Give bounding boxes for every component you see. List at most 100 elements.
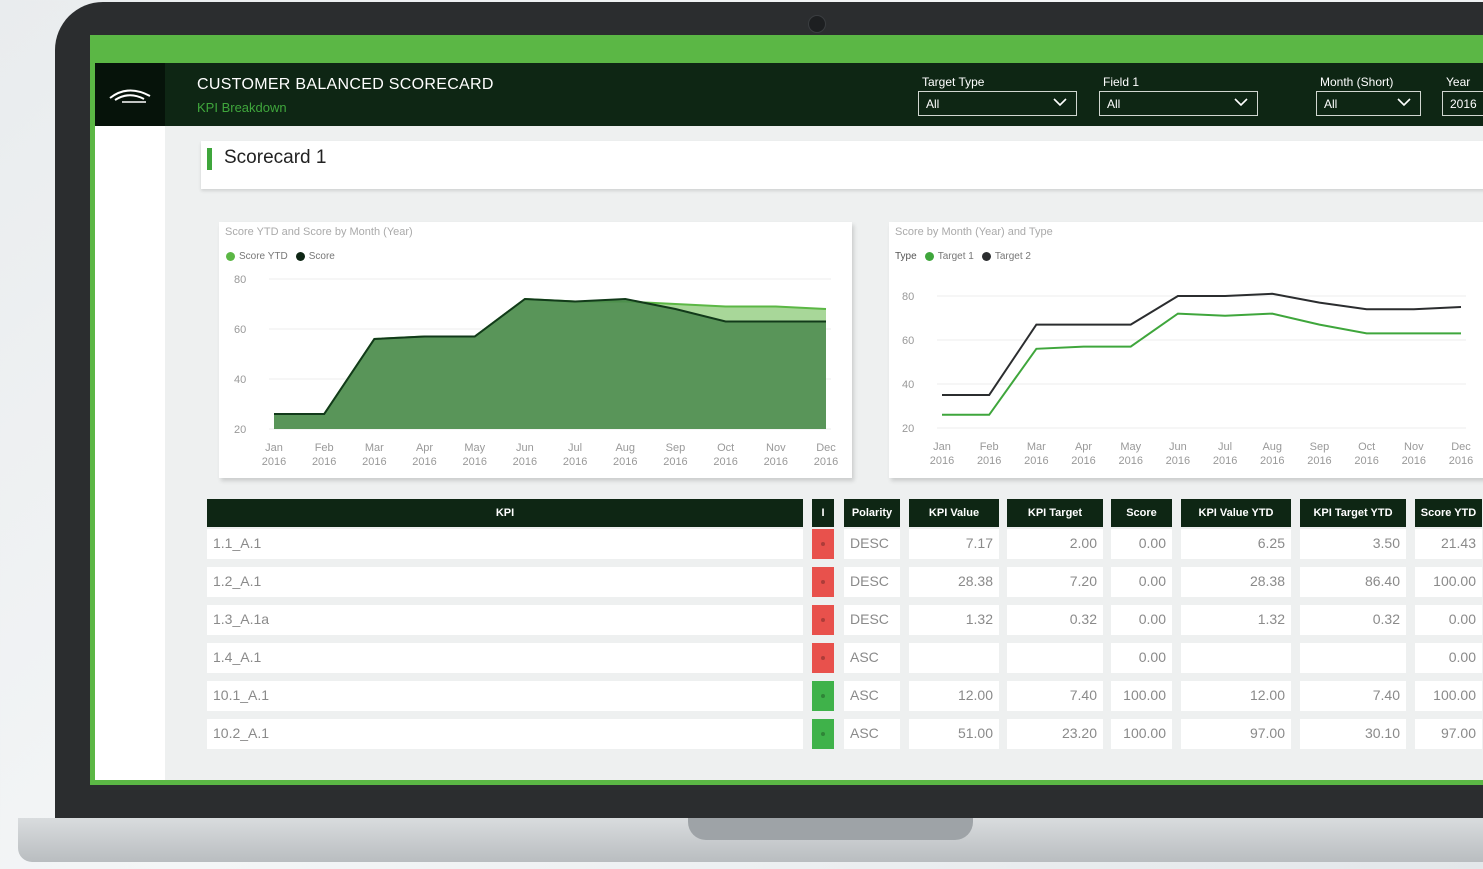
x-tick-label: Dec [816, 442, 836, 454]
column-header-kpi-value-ytd[interactable]: KPI Value YTD [1181, 499, 1291, 527]
status-indicator [812, 529, 834, 559]
x-tick-label: 2016 [1166, 455, 1190, 467]
x-tick-label: Jul [1218, 441, 1232, 453]
table-cell-target: 7.20 [1007, 567, 1103, 597]
x-tick-label: Apr [1075, 441, 1092, 453]
table-cell-target: 0.32 [1007, 605, 1103, 635]
x-tick-label: Apr [416, 442, 433, 454]
x-tick-label: Aug [615, 442, 635, 454]
table-cell-value-ytd [1181, 643, 1291, 673]
table-cell-target: 2.00 [1007, 529, 1103, 559]
table-cell-value-ytd: 6.25 [1181, 529, 1291, 559]
column-header-score-ytd[interactable]: Score YTD [1415, 499, 1482, 527]
x-tick-label: Sep [666, 442, 686, 454]
legend-swatch-score [295, 252, 305, 261]
filter-month-dropdown[interactable]: All [1316, 91, 1421, 116]
y-tick-label: 20 [902, 423, 914, 435]
column-header-kpi[interactable]: KPI [207, 499, 803, 527]
x-tick-label: 2016 [1213, 455, 1237, 467]
table-cell-target-ytd: 7.40 [1300, 681, 1406, 711]
table-cell-kpi: 1.4_A.1 [207, 643, 803, 673]
x-tick-label: 2016 [930, 455, 954, 467]
table-cell-score: 0.00 [1111, 567, 1172, 597]
table-cell-target-ytd: 0.32 [1300, 605, 1406, 635]
status-dot [821, 580, 825, 584]
table-cell-value: 1.32 [909, 605, 999, 635]
column-header-kpi-target[interactable]: KPI Target [1007, 499, 1103, 527]
x-tick-label: May [464, 442, 485, 454]
x-tick-label: Nov [766, 442, 786, 454]
legend-label-target-2: Target 2 [994, 251, 1031, 262]
score-by-type-chart-card[interactable]: 20 40 60 80 Jan 2016 Feb 2016 Mar 2016 Apr 2016 May 2… [889, 222, 1483, 478]
table-cell-target-ytd: 3.50 [1300, 529, 1406, 559]
report-header: CUSTOMER BALANCED SCORECARD KPI Breakdow… [95, 63, 1483, 126]
x-tick-label: 2016 [362, 456, 386, 468]
x-tick-label: Nov [1404, 441, 1424, 453]
filter-label-month: Month (Short) [1320, 75, 1394, 89]
table-cell-score-ytd: 21.43 [1415, 529, 1482, 559]
score-ytd-chart-card[interactable]: 20 40 60 80 Jan 2016 Feb 2016 Mar 2016 Apr 2016 May 2… [219, 222, 852, 478]
table-cell-target-ytd: 30.10 [1300, 719, 1406, 749]
filter-year-value: 2016 [1450, 97, 1477, 111]
x-tick-label: 2016 [1307, 455, 1331, 467]
table-cell-target-ytd [1300, 643, 1406, 673]
filter-year-dropdown[interactable]: 2016 [1442, 91, 1483, 116]
x-tick-label: 2016 [1024, 455, 1048, 467]
x-tick-label: 2016 [977, 455, 1001, 467]
column-header-score[interactable]: Score [1111, 499, 1172, 527]
x-tick-label: May [1120, 441, 1141, 453]
x-tick-label: Aug [1262, 441, 1282, 453]
x-tick-label: Sep [1310, 441, 1330, 453]
x-tick-label: 2016 [764, 456, 788, 468]
table-cell-polarity: ASC [844, 643, 900, 673]
y-tick-label: 80 [234, 274, 246, 286]
x-tick-label: Oct [1358, 441, 1375, 453]
x-tick-label: Jan [933, 441, 951, 453]
table-cell-score-ytd: 0.00 [1415, 643, 1482, 673]
screen: CUSTOMER BALANCED SCORECARD KPI Breakdow… [90, 35, 1483, 785]
y-tick-label: 20 [234, 424, 246, 436]
x-tick-label: 2016 [262, 456, 286, 468]
chart-legend: Score YTD Score [226, 251, 335, 262]
chevron-down-icon [1053, 98, 1067, 107]
laptop-notch [688, 818, 973, 840]
x-tick-label: 2016 [563, 456, 587, 468]
legend-label-target-1: Target 1 [937, 251, 974, 262]
column-header-kpi-value[interactable]: KPI Value [909, 499, 999, 527]
x-tick-label: 2016 [713, 456, 737, 468]
status-indicator [812, 643, 834, 673]
legend-swatch-target-2 [981, 252, 991, 261]
chart-title: Score YTD and Score by Month (Year) [225, 226, 413, 238]
chevron-down-icon [1234, 98, 1248, 107]
table-cell-score-ytd: 100.00 [1415, 681, 1482, 711]
report-title: CUSTOMER BALANCED SCORECARD [197, 76, 494, 93]
column-header-i[interactable]: I [812, 499, 834, 527]
y-tick-label: 40 [234, 374, 246, 386]
page-title: Scorecard 1 [224, 147, 327, 168]
table-cell-target: 23.20 [1007, 719, 1103, 749]
table-cell-score: 0.00 [1111, 605, 1172, 635]
x-tick-label: Mar [365, 442, 384, 454]
y-tick-label: 60 [234, 324, 246, 336]
table-cell-target [1007, 643, 1103, 673]
filter-label-target-type: Target Type [922, 75, 985, 89]
table-cell-score-ytd: 100.00 [1415, 567, 1482, 597]
x-tick-label: 2016 [1260, 455, 1284, 467]
x-tick-label: 2016 [1071, 455, 1095, 467]
status-dot [821, 656, 825, 660]
logo-icon [109, 89, 151, 103]
column-header-kpi-target-ytd[interactable]: KPI Target YTD [1300, 499, 1406, 527]
status-indicator [812, 567, 834, 597]
filter-label-year: Year [1446, 75, 1471, 89]
table-cell-score-ytd: 97.00 [1415, 719, 1482, 749]
status-indicator [812, 681, 834, 711]
y-tick-label: 40 [902, 379, 914, 391]
filter-target-type-dropdown[interactable]: All [918, 91, 1077, 116]
table-cell-value-ytd: 1.32 [1181, 605, 1291, 635]
filter-field-1-dropdown[interactable]: All [1099, 91, 1258, 116]
x-tick-label: 2016 [412, 456, 436, 468]
report-content: Scorecard 1 20 40 60 80 Jan 2016 Feb 2016 Mar 201… [165, 126, 1483, 780]
column-header-polarity[interactable]: Polarity [844, 499, 900, 527]
table-cell-polarity: ASC [844, 681, 900, 711]
table-cell-kpi: 10.1_A.1 [207, 681, 803, 711]
